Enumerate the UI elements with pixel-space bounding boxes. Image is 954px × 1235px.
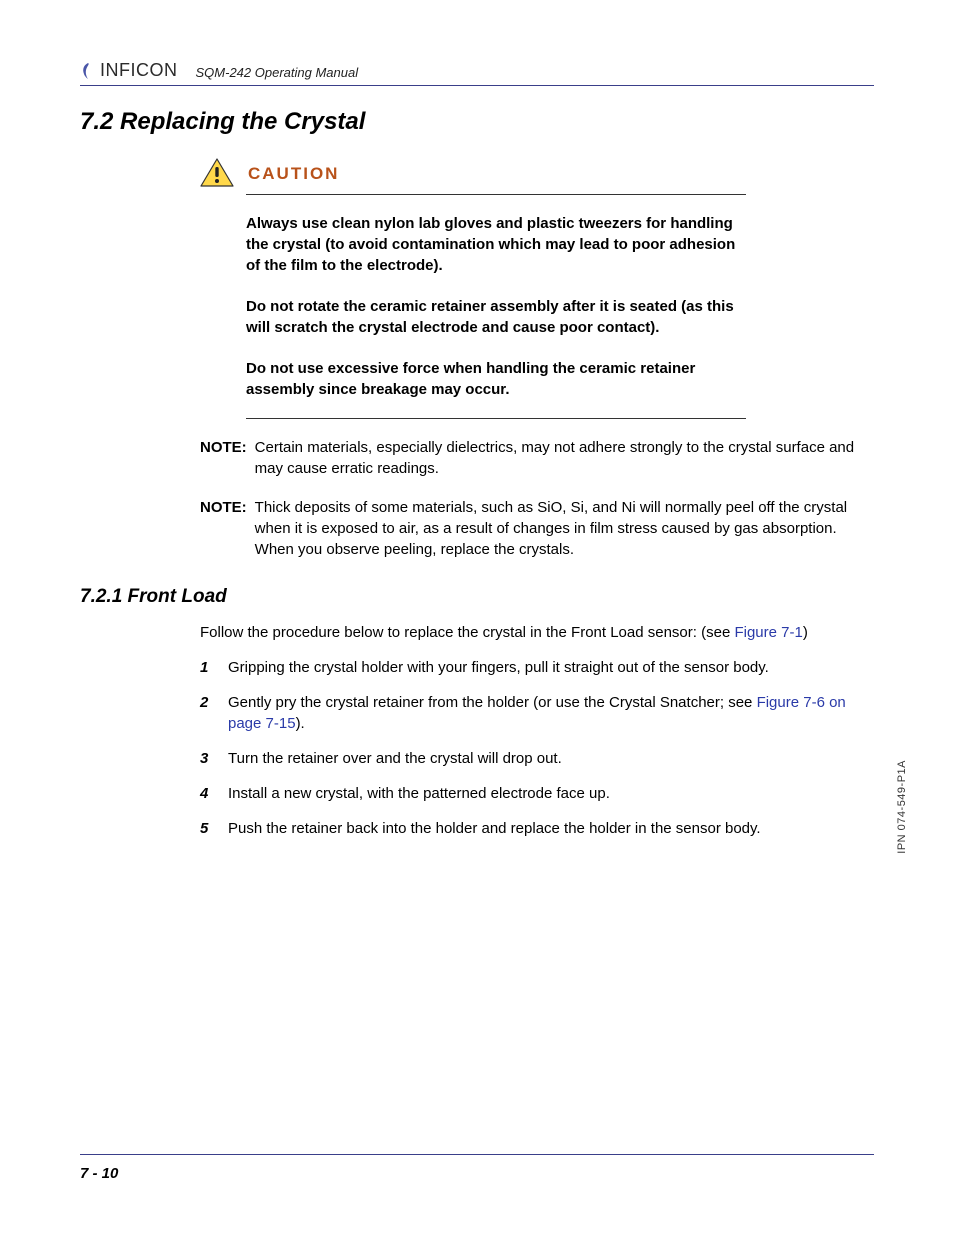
step-text-post: ).	[296, 715, 305, 732]
step-item: 5 Push the retainer back into the holder…	[200, 818, 864, 839]
step-item: 2 Gently pry the crystal retainer from t…	[200, 692, 864, 734]
note-block: NOTE: Certain materials, especially diel…	[200, 437, 864, 479]
caution-para: Do not use excessive force when handling…	[246, 358, 746, 400]
brand-logo: INFICON	[80, 60, 178, 81]
note-block: NOTE: Thick deposits of some materials, …	[200, 497, 864, 560]
subsection-heading: 7.2.1 Front Load	[80, 586, 874, 608]
caution-block: CAUTION Always use clean nylon lab glove…	[200, 158, 874, 419]
step-number: 2	[200, 692, 216, 734]
inficon-logo-icon	[80, 62, 96, 80]
page-header: INFICON SQM-242 Operating Manual	[80, 60, 874, 86]
step-number: 4	[200, 783, 216, 804]
note-text: Thick deposits of some materials, such a…	[255, 497, 864, 560]
procedure-steps: 1 Gripping the crystal holder with your …	[200, 657, 864, 839]
note-label: NOTE:	[200, 437, 247, 479]
caution-text: Always use clean nylon lab gloves and pl…	[246, 195, 746, 418]
note-label: NOTE:	[200, 497, 247, 560]
intro-text-suffix: )	[803, 624, 808, 641]
figure-link[interactable]: Figure 7-1	[734, 624, 802, 641]
step-number: 3	[200, 748, 216, 769]
page-number: 7 - 10	[80, 1165, 118, 1182]
section-heading: 7.2 Replacing the Crystal	[80, 108, 874, 136]
caution-rule-bottom	[246, 418, 746, 419]
step-number: 5	[200, 818, 216, 839]
ipn-code: IPN 074-549-P1A	[896, 760, 908, 854]
intro-text-prefix: Follow the procedure below to replace th…	[200, 624, 734, 641]
step-number: 1	[200, 657, 216, 678]
step-text-pre: Gently pry the crystal retainer from the…	[228, 694, 757, 711]
caution-para: Do not rotate the ceramic retainer assem…	[246, 296, 746, 338]
step-text: Push the retainer back into the holder a…	[228, 818, 761, 839]
step-text: Gripping the crystal holder with your fi…	[228, 657, 769, 678]
brand-name: INFICON	[100, 60, 178, 81]
step-text: Turn the retainer over and the crystal w…	[228, 748, 562, 769]
step-item: 3 Turn the retainer over and the crystal…	[200, 748, 864, 769]
step-item: 4 Install a new crystal, with the patter…	[200, 783, 864, 804]
warning-triangle-icon	[200, 158, 234, 188]
step-text: Gently pry the crystal retainer from the…	[228, 692, 864, 734]
step-text: Install a new crystal, with the patterne…	[228, 783, 610, 804]
note-text: Certain materials, especially dielectric…	[255, 437, 864, 479]
page-footer: 7 - 10	[80, 1154, 874, 1183]
step-item: 1 Gripping the crystal holder with your …	[200, 657, 864, 678]
caution-para: Always use clean nylon lab gloves and pl…	[246, 213, 746, 276]
caution-label: CAUTION	[248, 164, 339, 184]
intro-paragraph: Follow the procedure below to replace th…	[200, 622, 864, 643]
document-title: SQM-242 Operating Manual	[196, 65, 359, 81]
